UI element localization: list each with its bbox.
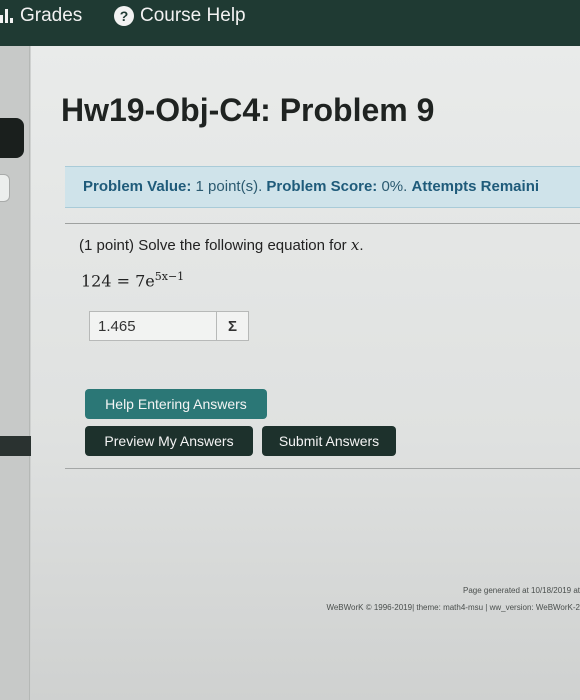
- question-mark-icon: ?: [114, 6, 134, 26]
- top-navigation-bar: Grades ? Course Help: [0, 0, 580, 46]
- preview-answers-button[interactable]: Preview My Answers: [85, 426, 253, 456]
- nav-course-help[interactable]: ? Course Help: [114, 5, 246, 27]
- page-title: Hw19-Obj-C4: Problem 9: [61, 92, 435, 128]
- divider: [65, 223, 580, 224]
- problem-value-label: Problem Value:: [83, 178, 192, 195]
- attempts-remaining-label: Attempts Remaini: [411, 178, 540, 195]
- help-entering-answers-button[interactable]: Help Entering Answers: [85, 389, 267, 419]
- answer-field-group: Σ: [89, 311, 249, 341]
- equation-editor-button[interactable]: Σ: [217, 311, 249, 341]
- equation-exponent: 5x−1: [154, 270, 185, 283]
- problem-prompt: (1 point) Solve the following equation f…: [79, 236, 363, 254]
- nav-grades[interactable]: Grades: [0, 5, 82, 27]
- nav-grades-label: Grades: [20, 5, 83, 26]
- submit-answers-button[interactable]: Submit Answers: [262, 426, 396, 456]
- footer-generated: Page generated at 10/18/2019 at: [463, 586, 580, 595]
- problem-page: Hw19-Obj-C4: Problem 9 Problem Value: 1 …: [31, 46, 580, 700]
- problem-score: 0%.: [381, 178, 408, 195]
- problem-status-box: Problem Value: 1 point(s). Problem Score…: [65, 166, 580, 208]
- sidebar-tab[interactable]: [0, 174, 10, 202]
- equation: 124 = 7e5x−1: [81, 270, 184, 290]
- divider: [65, 468, 580, 469]
- equation-lhs: 124 = 7e: [81, 271, 155, 291]
- prompt-period: .: [359, 237, 364, 254]
- bar-chart-icon: [0, 7, 14, 25]
- sigma-icon: Σ: [227, 317, 237, 335]
- problem-value: 1 point(s).: [195, 178, 263, 195]
- nav-course-help-label: Course Help: [140, 5, 246, 26]
- answer-input[interactable]: [89, 311, 217, 341]
- sidebar-tab[interactable]: [0, 118, 24, 158]
- footer-copyright: WeBWorK © 1996-2019| theme: math4-msu | …: [326, 603, 580, 612]
- left-sidebar: [0, 46, 48, 700]
- problem-score-label: Problem Score:: [266, 178, 378, 195]
- prompt-text: (1 point) Solve the following equation f…: [79, 237, 351, 254]
